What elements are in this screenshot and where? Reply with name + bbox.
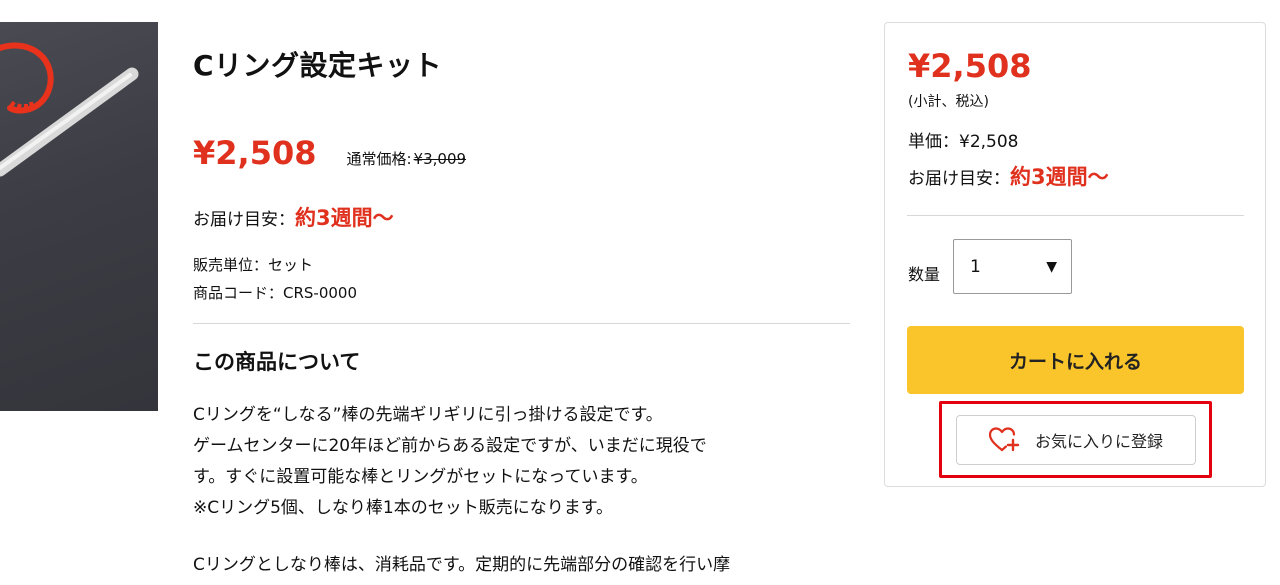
product-meta: 販売単位：セット 商品コード：CRS-0000 (193, 251, 357, 307)
regular-price-label: 通常価格: (346, 150, 412, 168)
divider (907, 215, 1244, 216)
add-to-cart-button[interactable]: カートに入れる (907, 326, 1244, 394)
purchase-box: ¥2,508 (小計、税込) 単価：¥2,508 お届け目安： 約3週間〜 数量… (884, 22, 1266, 487)
buybox-delivery-estimate: お届け目安： 約3週間〜 (908, 161, 1109, 191)
quantity-select[interactable]: 1 ▼ (953, 239, 1072, 294)
product-code: 商品コード：CRS-0000 (193, 284, 358, 302)
description-line: ゲームセンターに20年ほど前からある設定ですが、いまだに現役で (193, 436, 707, 456)
price-row: ¥2,508 通常価格: ¥3,009 (193, 134, 466, 172)
favorite-button-label: お気に入りに登録 (1034, 434, 1163, 451)
description-line: Cリングを“しなる”棒の先端ギリギリに引っ掛ける設定です。 (193, 405, 663, 425)
delivery-estimate: お届け目安： 約3週間〜 (193, 202, 394, 232)
divider (193, 323, 850, 324)
subtotal-note: (小計、税込) (908, 94, 989, 110)
quantity-value: 1 (970, 256, 981, 277)
product-description: Cリングを“しなる”棒の先端ギリギリに引っ掛ける設定です。 ゲームセンターに20… (193, 400, 833, 524)
description-line: ※Cリング5個、しなり棒1本のセット販売になります。 (193, 498, 614, 518)
regular-price: ¥3,009 (413, 150, 467, 168)
about-heading: この商品について (193, 350, 361, 374)
description-line: す。すぐに設置可能な棒とリングがセットになっています。 (193, 467, 648, 487)
product-price: ¥2,508 (193, 134, 317, 172)
heart-plus-icon (988, 427, 1021, 453)
delivery-label: お届け目安： (908, 169, 1010, 189)
quantity-label: 数量 (908, 265, 941, 284)
delivery-value: 約3週間〜 (1010, 165, 1109, 189)
add-to-favorites-button[interactable]: お気に入りに登録 (956, 415, 1196, 465)
unit-price: 単価：¥2,508 (908, 132, 1019, 152)
product-title: Cリング設定キット (193, 49, 443, 82)
description-paragraph-2: Cリングとしなり棒は、消耗品です。定期的に先端部分の確認を行い摩 (193, 555, 731, 575)
delivery-value: 約3週間〜 (295, 206, 394, 230)
subtotal-price: ¥2,508 (908, 47, 1032, 85)
delivery-label: お届け目安： (193, 210, 295, 230)
sales-unit: 販売単位：セット (193, 256, 314, 274)
product-image (0, 22, 158, 411)
triangle-down-icon: ▼ (1046, 258, 1057, 275)
